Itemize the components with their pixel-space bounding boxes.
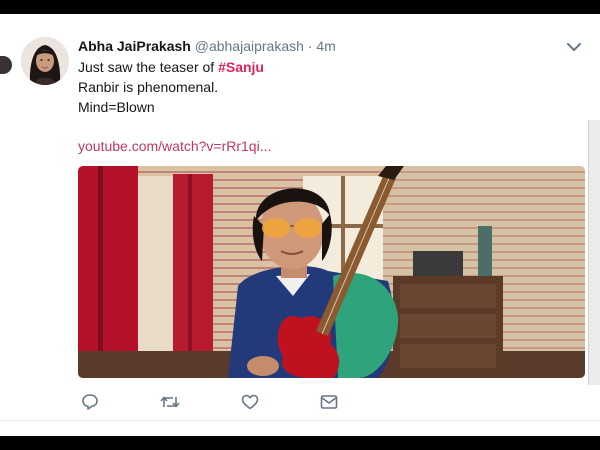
retweet-button[interactable] <box>158 390 182 414</box>
top-black-bar <box>0 0 600 14</box>
chevron-down-icon[interactable] <box>566 40 582 52</box>
tweet-actions <box>78 390 358 414</box>
scrollbar[interactable] <box>588 120 600 385</box>
avatar-image <box>21 37 69 85</box>
bottom-black-bar <box>0 436 600 450</box>
time-separator: · <box>307 38 313 54</box>
like-button[interactable] <box>238 390 262 414</box>
hashtag-link[interactable]: #Sanju <box>218 59 264 75</box>
mail-icon <box>320 395 338 409</box>
video-thumbnail-image <box>78 166 585 378</box>
avatar[interactable] <box>21 37 69 85</box>
author-name[interactable]: Abha JaiPrakash <box>78 38 191 54</box>
reply-icon <box>82 394 98 410</box>
tweet-divider <box>0 420 600 436</box>
tweet-text-line-2: Ranbir is phenomenal. <box>78 79 219 95</box>
reply-button[interactable] <box>78 390 102 414</box>
tweet-text-prefix: Just saw the teaser of <box>78 59 219 75</box>
scrollbar-gap <box>591 30 600 120</box>
heart-icon <box>241 394 259 410</box>
retweet-icon <box>160 396 180 408</box>
tweet-header: Abha JaiPrakash @abhajaiprakash · 4m <box>78 37 336 55</box>
author-handle[interactable]: @abhajaiprakash <box>195 38 304 54</box>
direct-message-button[interactable] <box>317 390 341 414</box>
youtube-link[interactable]: youtube.com/watch?v=rRr1qi... <box>78 136 271 156</box>
tweet-text: Just saw the teaser of #Sanju Ranbir is … <box>78 57 264 117</box>
partial-avatar <box>0 56 12 74</box>
tweet-timestamp[interactable]: 4m <box>316 38 335 54</box>
video-thumbnail[interactable] <box>78 166 585 378</box>
tweet-text-line-3: Mind=Blown <box>78 99 155 115</box>
tweet-text-line-1: Just saw the teaser of #Sanju <box>78 57 264 77</box>
